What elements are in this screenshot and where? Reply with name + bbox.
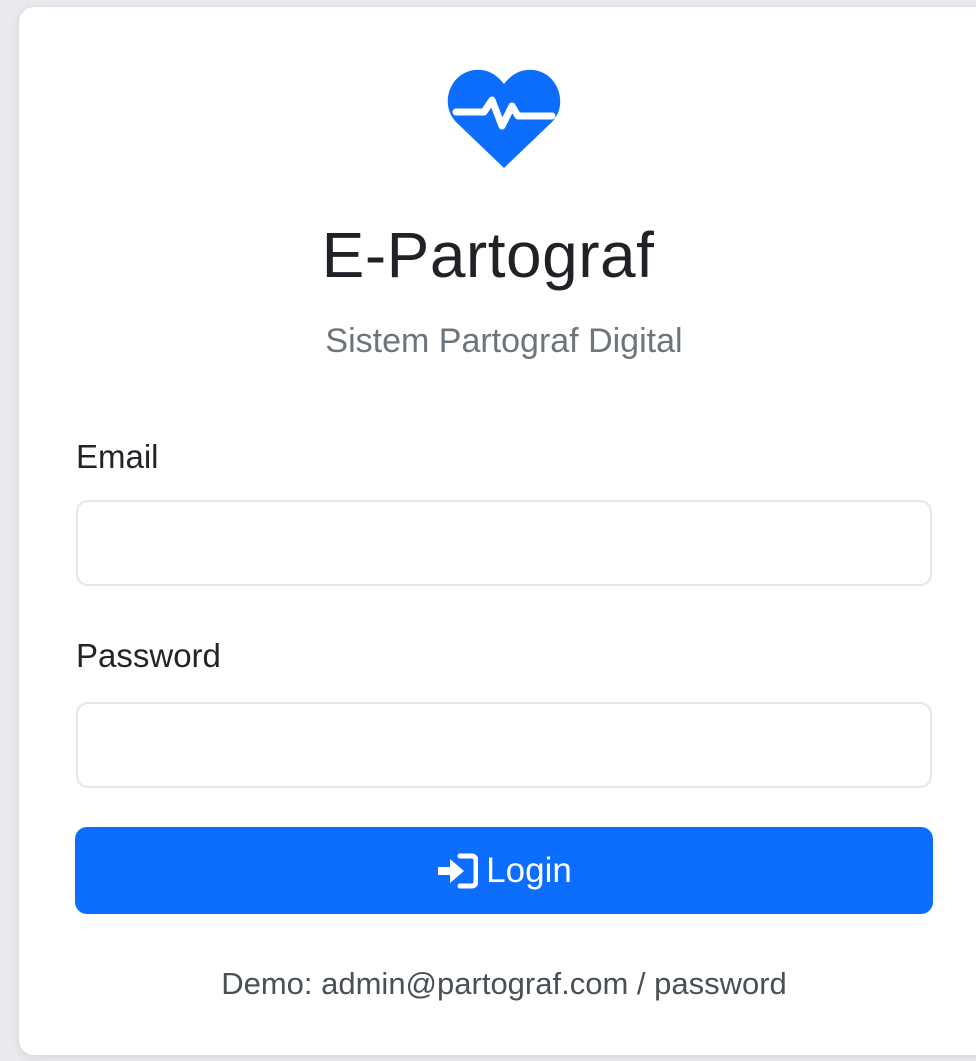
login-button[interactable]: Login	[75, 827, 933, 914]
password-field[interactable]	[76, 702, 932, 788]
app-subtitle: Sistem Partograf Digital	[325, 322, 683, 360]
demo-credentials-text: Demo: admin@partograf.com / password	[221, 966, 787, 1001]
password-label: Password	[76, 637, 221, 674]
email-field[interactable]	[76, 500, 932, 586]
email-label: Email	[76, 438, 159, 475]
app-title: E-Partograf	[321, 219, 655, 291]
sign-in-icon	[438, 853, 479, 888]
heart-pulse-icon	[447, 69, 561, 168]
login-button-label: Login	[486, 850, 572, 890]
